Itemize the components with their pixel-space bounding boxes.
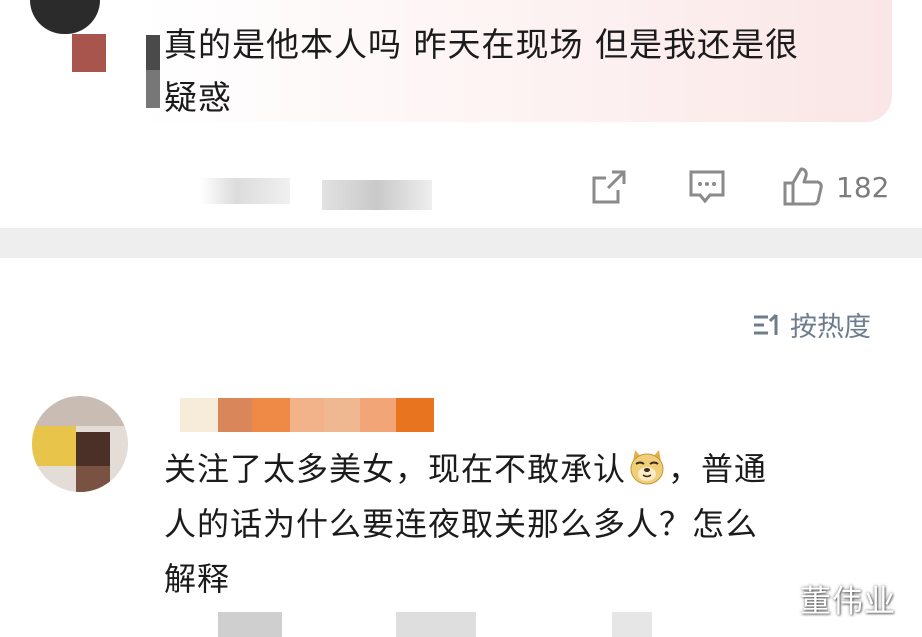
comment-line1: 关注了太多美女，现在不敢承认 ，普通 [164,442,884,497]
sort-icon [754,313,778,335]
name-mosaic-bottom [146,70,160,108]
blurred-meta-left [218,612,282,637]
sort-by-heat-button[interactable]: 按热度 [752,305,871,344]
comment-line2: 人的话为什么要连夜取关那么多人？怎么 [164,505,759,543]
commenter-avatar[interactable] [32,396,128,492]
sort-label: 按热度 [790,312,871,343]
blurred-meta-right [612,612,652,637]
comment-text: 关注了太多美女，现在不敢承认 ，普通 人的话为什么要连夜取关那么多人？怎么 解释 [164,442,884,607]
blurred-meta-source [322,180,432,210]
share-icon [592,170,626,204]
commenter-name-mosaic[interactable] [180,398,434,432]
thumbs-up-icon [783,167,823,206]
post-text-line1: 真的是他本人吗 昨天在现场 但是我还是很 [164,25,799,64]
post-text: 真的是他本人吗 昨天在现场 但是我还是很 疑惑 [164,18,904,124]
comment-text-part1: 关注了太多美女，现在不敢承认 [164,450,627,488]
comment-text-part2: ，普通 [668,450,768,488]
blurred-meta-time [200,178,290,204]
comment-line3: 解释 [164,560,231,598]
share-button[interactable] [590,168,628,206]
watermark: 董伟业 [800,584,896,620]
doge-emoji-icon [630,450,664,485]
user-avatar[interactable] [30,0,100,34]
comment-button[interactable] [688,168,726,206]
blurred-meta-mid [396,612,476,637]
post-text-line2: 疑惑 [164,78,232,117]
avatar-mosaic [72,34,106,72]
comment-icon [689,170,725,204]
name-mosaic-top [146,35,160,71]
section-divider [0,228,922,258]
like-count: 182 [836,170,890,204]
like-button[interactable]: 182 [782,166,889,208]
